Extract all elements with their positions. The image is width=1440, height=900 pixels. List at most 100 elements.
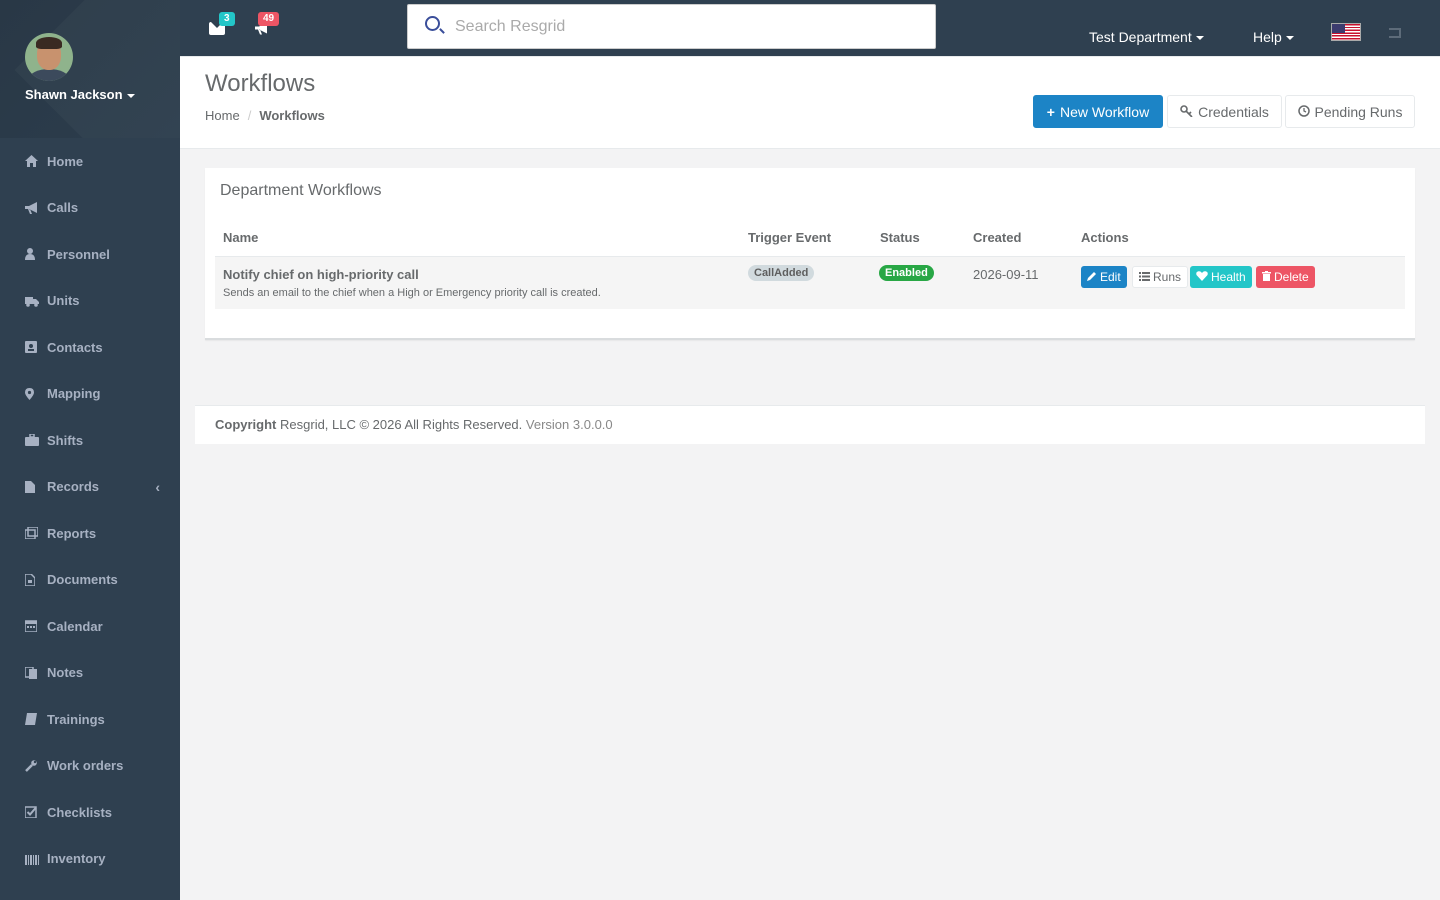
- delete-button[interactable]: Delete: [1256, 266, 1315, 288]
- sidebar-item-label: Documents: [47, 572, 118, 588]
- runs-label: Runs: [1153, 270, 1182, 284]
- credentials-label: Credentials: [1198, 103, 1269, 120]
- search-input[interactable]: [455, 15, 915, 39]
- sidebar-item-label: Checklists: [47, 804, 113, 820]
- sidebar-item-shifts[interactable]: Shifts: [0, 417, 180, 464]
- footer: Copyright Resgrid, LLC © 2026 All Rights…: [195, 405, 1425, 444]
- sidebar-item-label: Home: [47, 153, 84, 169]
- workflow-name[interactable]: Notify chief on high-priority call: [223, 267, 419, 282]
- search-box: [407, 4, 936, 49]
- sidebar-item-calendar[interactable]: Calendar: [0, 603, 180, 650]
- checklist-icon: [24, 806, 39, 819]
- created-date: 2026-09-11: [973, 267, 1039, 282]
- version-text: Version 3.0.0.0: [525, 417, 613, 432]
- status-badge: Enabled: [879, 265, 934, 281]
- sidebar-item-label: Contacts: [47, 339, 103, 355]
- column-header-name[interactable]: Name: [223, 230, 258, 245]
- sidebar-item-label: Calendar: [47, 618, 103, 634]
- key-icon: [1180, 104, 1193, 120]
- clock-icon: [1297, 104, 1310, 120]
- column-header-created[interactable]: Created: [973, 230, 1021, 245]
- trash-icon: [1262, 270, 1271, 284]
- plus-icon: +: [1046, 103, 1055, 120]
- help-dropdown[interactable]: Help: [1253, 29, 1294, 45]
- sidebar-item-mapping[interactable]: Mapping: [0, 371, 180, 418]
- user-menu[interactable]: Shawn Jackson: [25, 87, 135, 102]
- breadcrumb-home[interactable]: Home: [205, 108, 240, 123]
- sidebar-item-label: Inventory: [47, 851, 106, 867]
- sidebar-item-label: Records: [47, 479, 100, 495]
- sidebar-item-label: Reports: [47, 525, 97, 541]
- breadcrumb: Home / Workflows: [205, 108, 325, 123]
- page-heading: Workflows Home / Workflows + New Workflow C…: [180, 56, 1440, 149]
- help-label: Help: [1253, 29, 1282, 45]
- sidebar-item-label: Calls: [47, 200, 79, 216]
- breadcrumb-separator: /: [247, 108, 252, 123]
- pending-runs-button[interactable]: Pending Runs: [1285, 95, 1415, 128]
- sidebar-item-contacts[interactable]: Contacts: [0, 324, 180, 371]
- sidebar-item-label: Trainings: [47, 711, 105, 727]
- trigger-event-badge: CallAdded: [748, 265, 815, 281]
- new-workflow-button[interactable]: + New Workflow: [1033, 95, 1163, 128]
- pencil-icon: [1087, 270, 1097, 284]
- column-header-actions: Actions: [1081, 230, 1129, 245]
- pending-runs-label: Pending Runs: [1314, 103, 1403, 120]
- sidebar-item-reports[interactable]: Reports: [0, 510, 180, 557]
- sidebar-item-records[interactable]: Records ‹: [0, 464, 180, 511]
- panel-title: Department Workflows: [220, 182, 382, 199]
- health-button[interactable]: Health: [1190, 266, 1252, 288]
- search-icon[interactable]: [425, 16, 440, 31]
- sidebar-item-home[interactable]: Home: [0, 138, 180, 185]
- document-icon: [24, 573, 39, 587]
- credentials-button[interactable]: Credentials: [1167, 95, 1282, 128]
- sidebar-item-work-orders[interactable]: Work orders: [0, 743, 180, 790]
- copyright-text: Resgrid, LLC © 2026 All Rights Reserved.: [280, 417, 523, 432]
- delete-label: Delete: [1274, 270, 1309, 284]
- contact-card-icon: [25, 341, 39, 354]
- new-workflow-label: New Workflow: [1059, 103, 1150, 120]
- sidebar-nav: Home Calls Personnel Units Contacts Mapp…: [0, 138, 180, 882]
- report-icon: [24, 526, 39, 540]
- logout-icon[interactable]: [1389, 28, 1401, 38]
- sidebar: Shawn Jackson Home Calls Personnel Units…: [0, 0, 180, 900]
- column-header-trigger-event[interactable]: Trigger Event: [748, 230, 831, 245]
- table-row: Notify chief on high-priority call Sends…: [215, 257, 1405, 309]
- sidebar-item-notes[interactable]: Notes: [0, 650, 180, 697]
- health-label: Health: [1211, 270, 1246, 284]
- edit-button[interactable]: Edit: [1081, 266, 1127, 288]
- breadcrumb-current: Workflows: [259, 108, 325, 123]
- sidebar-item-label: Notes: [47, 665, 84, 681]
- sidebar-item-label: Mapping: [47, 386, 101, 402]
- avatar[interactable]: [25, 33, 73, 81]
- sidebar-item-label: Units: [47, 293, 80, 309]
- map-marker-icon: [25, 387, 39, 400]
- page-title: Workflows: [205, 70, 316, 97]
- department-dropdown[interactable]: Test Department: [1089, 29, 1204, 45]
- home-icon: [25, 155, 39, 168]
- bullhorn-icon: [25, 201, 39, 214]
- barcode-icon: [25, 853, 39, 865]
- caret-down-icon: [1285, 36, 1294, 41]
- heartbeat-icon: [1196, 270, 1208, 284]
- sidebar-item-documents[interactable]: Documents: [0, 557, 180, 604]
- list-icon: [1139, 270, 1150, 284]
- alerts-count-badge: 49: [258, 12, 280, 26]
- notes-icon: [24, 666, 39, 679]
- edit-label: Edit: [1100, 270, 1121, 284]
- sidebar-item-calls[interactable]: Calls: [0, 185, 180, 232]
- sidebar-item-label: Shifts: [47, 432, 84, 448]
- us-flag-icon[interactable]: [1331, 23, 1361, 41]
- sidebar-item-label: Personnel: [47, 246, 110, 262]
- department-label: Test Department: [1089, 29, 1192, 45]
- file-icon: [25, 480, 39, 493]
- runs-button[interactable]: Runs: [1132, 266, 1189, 288]
- sidebar-item-inventory[interactable]: Inventory: [0, 836, 180, 883]
- sidebar-item-trainings[interactable]: Trainings: [0, 696, 180, 743]
- column-header-status[interactable]: Status: [880, 230, 920, 245]
- sidebar-item-units[interactable]: Units: [0, 278, 180, 325]
- chevron-left-icon[interactable]: ‹: [155, 479, 160, 495]
- book-icon: [25, 713, 39, 726]
- profile-header: Shawn Jackson: [0, 0, 180, 138]
- sidebar-item-personnel[interactable]: Personnel: [0, 231, 180, 278]
- sidebar-item-checklists[interactable]: Checklists: [0, 789, 180, 836]
